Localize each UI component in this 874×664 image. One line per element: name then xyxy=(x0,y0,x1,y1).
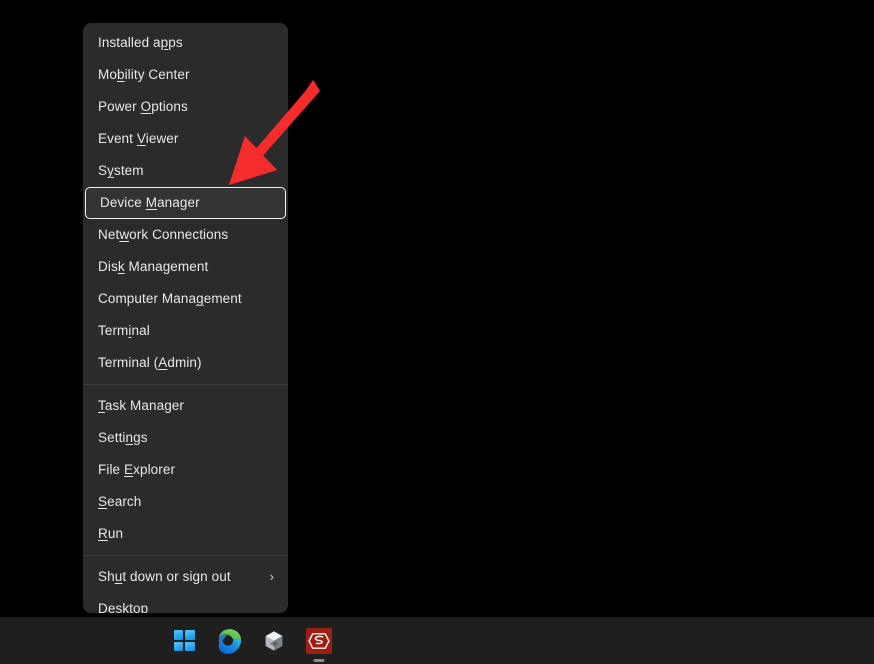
grey-gem-app-icon xyxy=(262,629,286,653)
menu-item-disk-management[interactable]: Disk Management xyxy=(83,251,288,283)
menu-item-label: Disk Management xyxy=(98,251,274,283)
menu-item-power-options[interactable]: Power Options xyxy=(83,91,288,123)
menu-item-file-explorer[interactable]: File Explorer xyxy=(83,454,288,486)
taskbar-icon-strip xyxy=(168,617,335,664)
menu-item-desktop[interactable]: Desktop xyxy=(83,593,288,613)
menu-item-shut-down-or-sign-out[interactable]: Shut down or sign out › xyxy=(83,561,288,593)
menu-item-label: System xyxy=(98,155,274,187)
menu-item-label: Power Options xyxy=(98,91,274,123)
winx-quick-link-menu: Installed apps Mobility Center Power Opt… xyxy=(83,23,288,613)
running-indicator xyxy=(314,659,325,662)
menu-item-system[interactable]: System xyxy=(83,155,288,187)
menu-separator xyxy=(83,384,288,385)
menu-item-label: Desktop xyxy=(98,593,274,613)
menu-item-event-viewer[interactable]: Event Viewer xyxy=(83,123,288,155)
chevron-right-icon: › xyxy=(270,570,274,583)
menu-item-label: Mobility Center xyxy=(98,59,274,91)
menu-item-label: Settings xyxy=(98,422,274,454)
windows-start-icon xyxy=(174,630,195,651)
menu-item-label: Task Manager xyxy=(98,390,274,422)
menu-item-task-manager[interactable]: Task Manager xyxy=(83,390,288,422)
menu-item-label: File Explorer xyxy=(98,454,274,486)
menu-item-mobility-center[interactable]: Mobility Center xyxy=(83,59,288,91)
menu-item-label: Computer Management xyxy=(98,283,274,315)
menu-item-label: Device Manager xyxy=(100,187,272,219)
menu-group-session: Shut down or sign out › Desktop xyxy=(83,561,288,613)
menu-separator xyxy=(83,555,288,556)
menu-item-label: Event Viewer xyxy=(98,123,274,155)
red-square-app-icon xyxy=(306,628,332,654)
menu-item-device-manager[interactable]: Device Manager xyxy=(85,187,286,219)
menu-item-terminal[interactable]: Terminal xyxy=(83,315,288,347)
menu-item-label: Network Connections xyxy=(98,219,274,251)
menu-item-settings[interactable]: Settings xyxy=(83,422,288,454)
menu-item-label: Terminal xyxy=(98,315,274,347)
menu-item-computer-management[interactable]: Computer Management xyxy=(83,283,288,315)
menu-item-label: Shut down or sign out xyxy=(98,561,262,593)
taskbar-start-button[interactable] xyxy=(168,625,200,657)
menu-item-terminal-admin[interactable]: Terminal (Admin) xyxy=(83,347,288,379)
menu-group-tools: Task Manager Settings File Explorer Sear… xyxy=(83,390,288,550)
taskbar xyxy=(0,617,874,664)
taskbar-app-button-gem[interactable] xyxy=(258,625,290,657)
menu-item-label: Search xyxy=(98,486,274,518)
microsoft-edge-icon xyxy=(216,627,243,654)
taskbar-app-button-red[interactable] xyxy=(303,625,335,657)
red-app-glyph-icon xyxy=(308,632,330,650)
menu-item-label: Run xyxy=(98,518,274,550)
menu-item-search[interactable]: Search xyxy=(83,486,288,518)
menu-item-run[interactable]: Run xyxy=(83,518,288,550)
menu-item-label: Installed apps xyxy=(98,27,274,59)
menu-item-label: Terminal (Admin) xyxy=(98,347,274,379)
menu-item-installed-apps[interactable]: Installed apps xyxy=(83,27,288,59)
taskbar-edge-button[interactable] xyxy=(213,625,245,657)
menu-item-network-connections[interactable]: Network Connections xyxy=(83,219,288,251)
menu-group-system: Installed apps Mobility Center Power Opt… xyxy=(83,27,288,379)
